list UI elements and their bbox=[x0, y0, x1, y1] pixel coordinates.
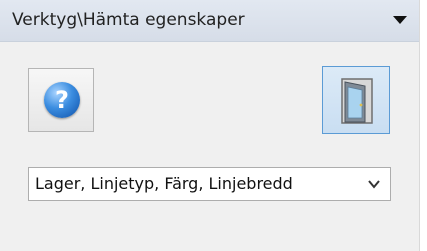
door-icon bbox=[341, 78, 373, 124]
panel-menu-arrow-icon[interactable] bbox=[393, 16, 407, 24]
panel-titlebar: Verktyg\Hämta egenskaper bbox=[0, 0, 419, 42]
close-door-button[interactable] bbox=[322, 66, 390, 134]
panel-title: Verktyg\Hämta egenskaper bbox=[12, 10, 245, 30]
properties-dropdown[interactable]: Lager, Linjetyp, Färg, Linjebredd bbox=[28, 167, 391, 201]
help-button[interactable]: ? bbox=[28, 68, 94, 132]
dropdown-selected-value: Lager, Linjetyp, Färg, Linjebredd bbox=[35, 174, 293, 193]
chevron-down-icon[interactable] bbox=[367, 177, 381, 191]
properties-panel: Verktyg\Hämta egenskaper ? Lager, Linjet… bbox=[0, 0, 420, 251]
help-icon: ? bbox=[44, 82, 80, 118]
